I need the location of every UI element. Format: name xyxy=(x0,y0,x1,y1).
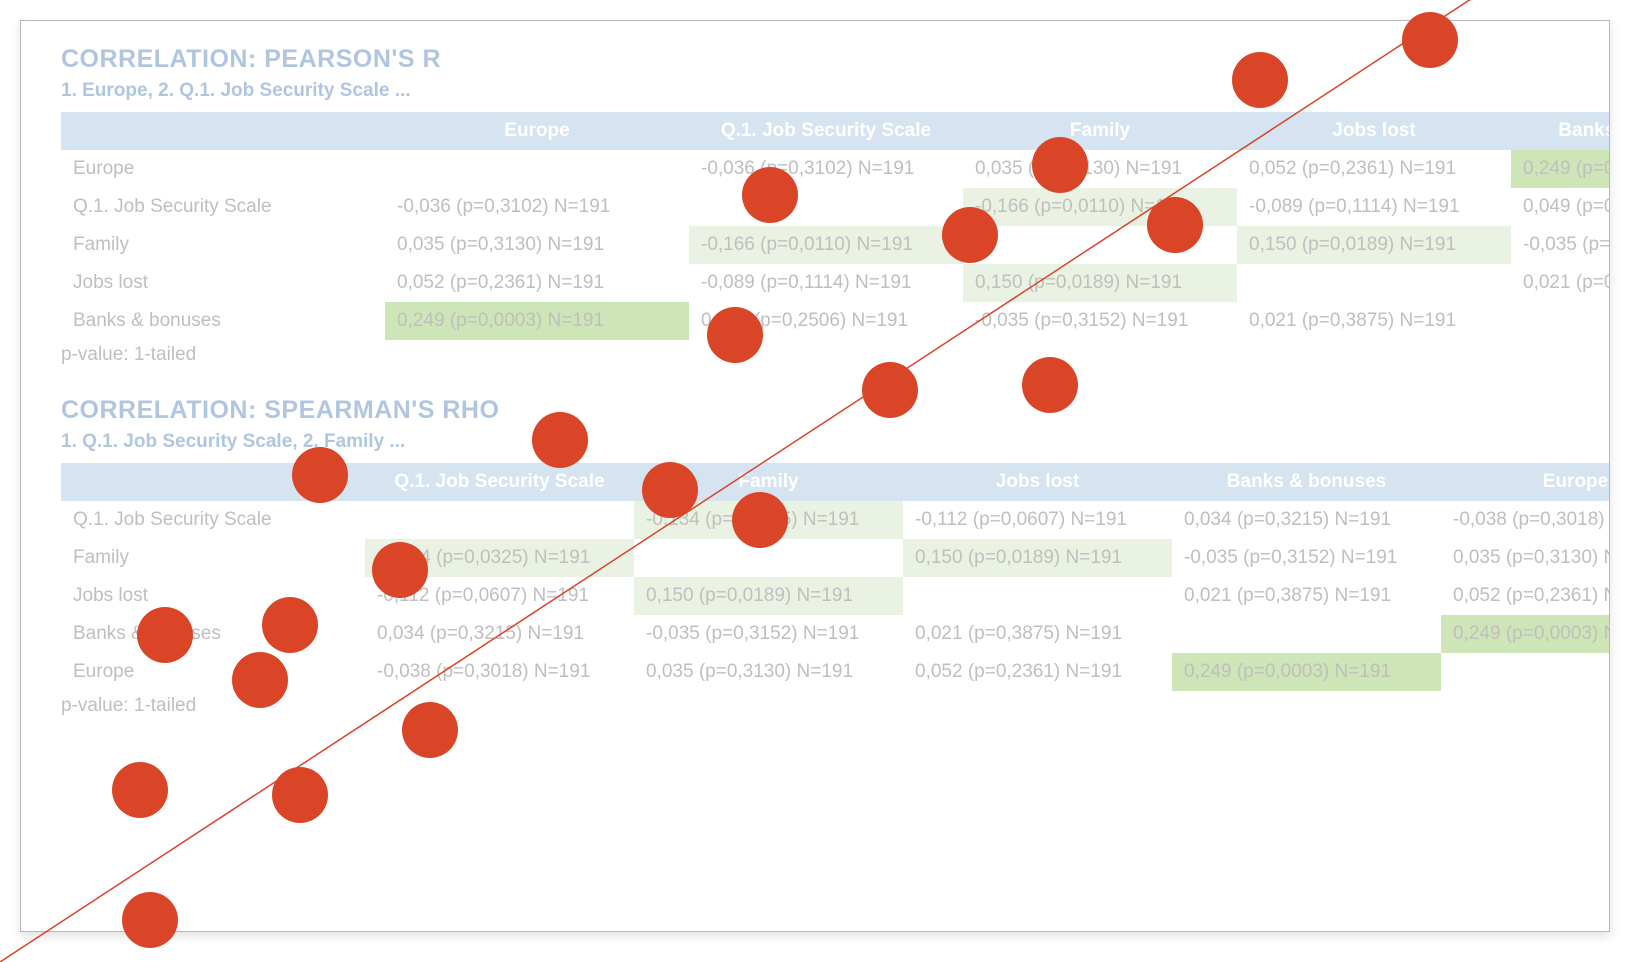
column-header xyxy=(61,463,365,501)
footnote-spearman: p-value: 1-tailed xyxy=(61,695,1569,717)
row-label: Europe xyxy=(61,653,365,691)
row-label: Jobs lost xyxy=(61,577,365,615)
spearman-table: Q.1. Job Security ScaleFamilyJobs lostBa… xyxy=(61,463,1610,691)
corr-cell: -0,166 (p=0,0110) N=191 xyxy=(689,226,963,264)
corr-cell: 0,150 (p=0,0189) N=191 xyxy=(634,577,903,615)
corr-cell: -0,089 (p=0,1114) N=191 xyxy=(689,264,963,302)
section-title-spearman: CORRELATION: SPEARMAN'S RHO xyxy=(61,396,1569,425)
column-header: Jobs lost xyxy=(903,463,1172,501)
corr-cell: -0,035 (p=0,3152) N=191 xyxy=(1511,226,1610,264)
corr-cell: 0,034 (p=0,3215) N=191 xyxy=(1172,501,1441,539)
corr-cell: -0,035 (p=0,3152) N=191 xyxy=(1172,539,1441,577)
row-label: Family xyxy=(61,226,385,264)
corr-cell: -0,036 (p=0,3102) N=191 xyxy=(385,188,689,226)
row-label: Family xyxy=(61,539,365,577)
column-header: Family xyxy=(634,463,903,501)
column-header: Europe xyxy=(385,112,689,150)
corr-cell: 0,021 (p=0,3875) N=191 xyxy=(1237,302,1511,340)
corr-cell: 0,052 (p=0,2361) N=191 xyxy=(903,653,1172,691)
corr-cell: 0,249 (p=0,0003) N=191 xyxy=(1511,150,1610,188)
corr-cell: -0,134 (p=0,0325) N=191 xyxy=(365,539,634,577)
column-header: Jobs lost xyxy=(1237,112,1511,150)
corr-cell: -0,089 (p=0,1114) N=191 xyxy=(1237,188,1511,226)
corr-cell: -0,166 (p=0,0110) N=191 xyxy=(963,188,1237,226)
corr-cell: -0,038 (p=0,3018) N=191 xyxy=(365,653,634,691)
row-label: Europe xyxy=(61,150,385,188)
row-label: Q.1. Job Security Scale xyxy=(61,501,365,539)
corr-cell: -0,035 (p=0,3152) N=191 xyxy=(634,615,903,653)
corr-cell: 0,049 (p=0,2506) N=191 xyxy=(689,302,963,340)
corr-cell xyxy=(1172,615,1441,653)
row-label: Jobs lost xyxy=(61,264,385,302)
corr-cell xyxy=(689,188,963,226)
corr-cell xyxy=(1511,302,1610,340)
corr-cell: -0,112 (p=0,0607) N=191 xyxy=(903,501,1172,539)
corr-cell: 0,150 (p=0,0189) N=191 xyxy=(963,264,1237,302)
corr-cell: 0,052 (p=0,2361) N=191 xyxy=(1441,577,1610,615)
column-header: Family xyxy=(963,112,1237,150)
corr-cell: -0,134 (p=0,0325) N=191 xyxy=(634,501,903,539)
section-subtitle-spearman: 1. Q.1. Job Security Scale, 2. Family ..… xyxy=(61,431,1569,453)
corr-cell: 0,035 (p=0,3130) N=191 xyxy=(1441,539,1610,577)
corr-cell: -0,112 (p=0,0607) N=191 xyxy=(365,577,634,615)
corr-cell xyxy=(634,539,903,577)
corr-cell: -0,038 (p=0,3018) N=191 xyxy=(1441,501,1610,539)
corr-cell xyxy=(1237,264,1511,302)
corr-cell: -0,036 (p=0,3102) N=191 xyxy=(689,150,963,188)
section-subtitle-pearson: 1. Europe, 2. Q.1. Job Security Scale ..… xyxy=(61,80,1569,102)
column-header xyxy=(61,112,385,150)
table-row: Europe-0,038 (p=0,3018) N=1910,035 (p=0,… xyxy=(61,653,1610,691)
table-row: Jobs lost-0,112 (p=0,0607) N=1910,150 (p… xyxy=(61,577,1610,615)
report-frame: CORRELATION: PEARSON'S R 1. Europe, 2. Q… xyxy=(20,20,1610,932)
footnote-pearson: p-value: 1-tailed xyxy=(61,344,1569,366)
table-header-row: Q.1. Job Security ScaleFamilyJobs lostBa… xyxy=(61,463,1610,501)
corr-cell: 0,052 (p=0,2361) N=191 xyxy=(1237,150,1511,188)
report-content: CORRELATION: PEARSON'S R 1. Europe, 2. Q… xyxy=(21,45,1609,717)
table-row: Banks & bonuses0,249 (p=0,0003) N=1910,0… xyxy=(61,302,1610,340)
pearson-table: EuropeQ.1. Job Security ScaleFamilyJobs … xyxy=(61,112,1610,340)
table-row: Jobs lost0,052 (p=0,2361) N=191-0,089 (p… xyxy=(61,264,1610,302)
table-row: Family0,035 (p=0,3130) N=191-0,166 (p=0,… xyxy=(61,226,1610,264)
table-row: Q.1. Job Security Scale -0,134 (p=0,0325)… xyxy=(61,501,1610,539)
corr-cell: 0,249 (p=0,0003) N=191 xyxy=(1172,653,1441,691)
corr-cell xyxy=(903,577,1172,615)
column-header: Banks & bonuses xyxy=(1511,112,1610,150)
corr-cell: 0,021 (p=0,3875) N=191 xyxy=(903,615,1172,653)
corr-cell: 0,034 (p=0,3215) N=191 xyxy=(365,615,634,653)
column-header: Europe xyxy=(1441,463,1610,501)
corr-cell xyxy=(963,226,1237,264)
table-row: Q.1. Job Security Scale-0,036 (p=0,3102)… xyxy=(61,188,1610,226)
corr-cell: 0,249 (p=0,0003) N=191 xyxy=(1441,615,1610,653)
corr-cell: 0,035 (p=0,3130) N=191 xyxy=(634,653,903,691)
corr-cell: 0,021 (p=0,3875) N=191 xyxy=(1511,264,1610,302)
column-header: Q.1. Job Security Scale xyxy=(365,463,634,501)
row-label: Q.1. Job Security Scale xyxy=(61,188,385,226)
corr-cell xyxy=(1441,653,1610,691)
table-row: Banks & bonuses0,034 (p=0,3215) N=191-0,… xyxy=(61,615,1610,653)
column-header: Banks & bonuses xyxy=(1172,463,1441,501)
corr-cell: 0,150 (p=0,0189) N=191 xyxy=(903,539,1172,577)
corr-cell: 0,021 (p=0,3875) N=191 xyxy=(1172,577,1441,615)
corr-cell: 0,249 (p=0,0003) N=191 xyxy=(385,302,689,340)
section-title-pearson: CORRELATION: PEARSON'S R xyxy=(61,45,1569,74)
table-row: Family-0,134 (p=0,0325) N=191 0,150 (p=0,… xyxy=(61,539,1610,577)
corr-cell: 0,150 (p=0,0189) N=191 xyxy=(1237,226,1511,264)
corr-cell: 0,049 (p=0,2506) N=191 xyxy=(1511,188,1610,226)
corr-cell xyxy=(365,501,634,539)
corr-cell: 0,035 (p=0,3130) N=191 xyxy=(963,150,1237,188)
corr-cell: 0,035 (p=0,3130) N=191 xyxy=(385,226,689,264)
table-header-row: EuropeQ.1. Job Security ScaleFamilyJobs … xyxy=(61,112,1610,150)
corr-cell: 0,052 (p=0,2361) N=191 xyxy=(385,264,689,302)
row-label: Banks & bonuses xyxy=(61,615,365,653)
corr-cell: -0,035 (p=0,3152) N=191 xyxy=(963,302,1237,340)
table-row: Europe -0,036 (p=0,3102) N=1910,035 (p=0,… xyxy=(61,150,1610,188)
corr-cell xyxy=(385,150,689,188)
row-label: Banks & bonuses xyxy=(61,302,385,340)
column-header: Q.1. Job Security Scale xyxy=(689,112,963,150)
